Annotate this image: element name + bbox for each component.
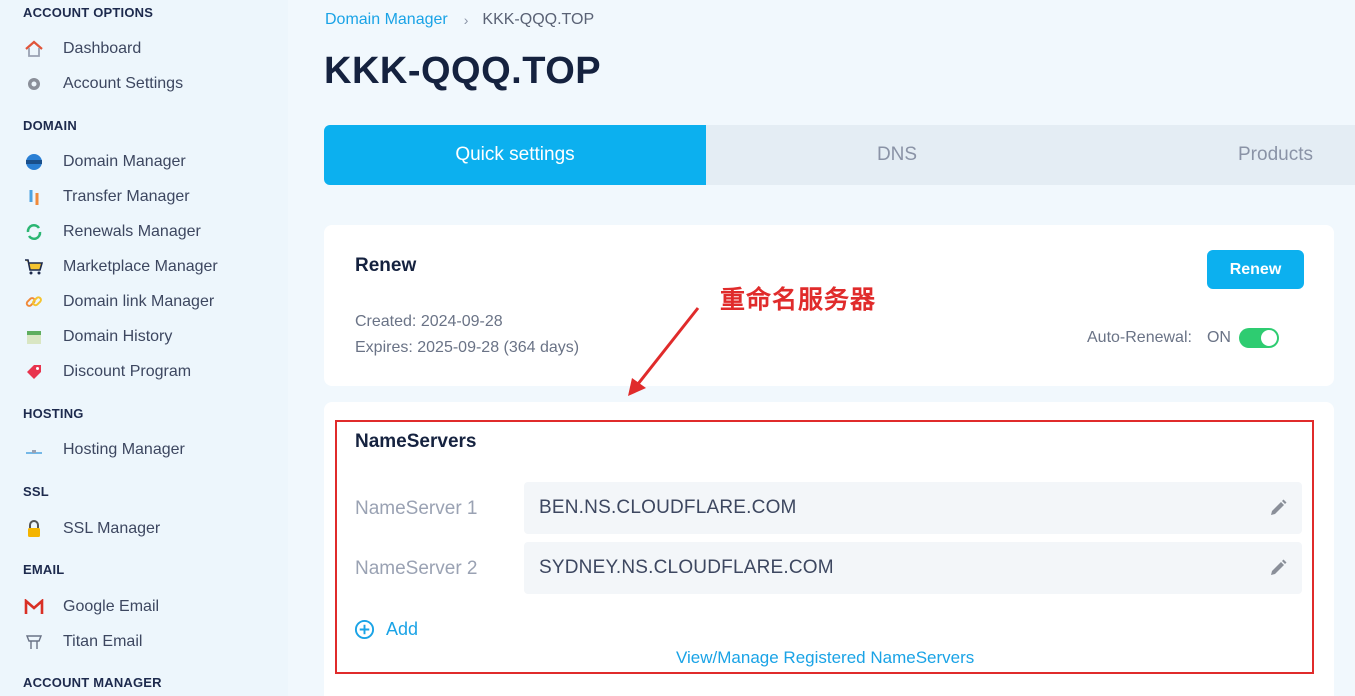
created-date: Created: 2024-09-28 [355, 313, 503, 330]
breadcrumb-link-domain-manager[interactable]: Domain Manager [325, 11, 448, 29]
expires-date: Expires: 2025-09-28 (364 days) [355, 339, 580, 356]
sidebar-item-label: Marketplace Manager [63, 258, 218, 275]
cart-icon [23, 256, 45, 278]
sidebar-item-account-settings[interactable]: Account Settings [23, 71, 273, 97]
sidebar-item-label: SSL Manager [63, 520, 161, 537]
breadcrumb-current: KKK-QQQ.TOP [482, 11, 595, 28]
sidebar-section-account-options: ACCOUNT OPTIONS [23, 5, 154, 20]
sidebar-item-renewals-manager[interactable]: Renewals Manager [23, 219, 273, 245]
sidebar-section-domain: DOMAIN [23, 118, 77, 133]
renew-button[interactable]: Renew [1207, 250, 1304, 289]
lock-icon [23, 518, 45, 540]
sidebar-item-label: Google Email [63, 598, 160, 615]
annotation-text: 重命名服务器 [720, 285, 877, 314]
sidebar-item-label: Renewals Manager [63, 223, 201, 240]
sidebar-section-email: EMAIL [23, 562, 65, 577]
pencil-icon[interactable] [1268, 498, 1288, 518]
breadcrumb-separator: › [463, 12, 469, 28]
add-nameserver-button[interactable]: Add [354, 619, 418, 640]
sidebar-item-label: Domain link Manager [63, 293, 215, 310]
nameserver-1-value: BEN.NS.CLOUDFLARE.COM [539, 497, 797, 518]
sidebar-item-label: Dashboard [63, 40, 142, 57]
auto-renewal: Auto-Renewal: ON [1087, 328, 1279, 348]
gmail-icon [23, 596, 45, 618]
server-icon [23, 439, 45, 461]
sidebar-item-titan-email[interactable]: Titan Email [23, 629, 273, 655]
page-title: KKK-QQQ.TOP [324, 50, 602, 92]
annotation-arrow-icon [628, 307, 700, 396]
sidebar-section-ssl: SSL [23, 484, 49, 499]
sidebar-item-ssl-manager[interactable]: SSL Manager [23, 516, 273, 542]
home-icon [23, 38, 45, 60]
sidebar-item-label: Transfer Manager [63, 188, 190, 205]
nameserver-2-label: NameServer 2 [355, 558, 478, 579]
www-globe-icon [23, 151, 45, 173]
sidebar-item-label: Account Settings [63, 75, 184, 92]
sidebar-item-label: Titan Email [63, 633, 143, 650]
calendar-icon [23, 326, 45, 348]
sidebar-item-label: Discount Program [63, 363, 192, 380]
sidebar-item-dashboard[interactable]: Dashboard [23, 36, 273, 62]
titan-icon [23, 631, 45, 653]
tab-quick-settings[interactable]: Quick settings [324, 125, 706, 185]
nameservers-title: NameServers [355, 431, 477, 452]
auto-renewal-status: ON [1206, 329, 1231, 346]
transfer-icon [23, 186, 45, 208]
sidebar-item-domain-link-manager[interactable]: Domain link Manager [23, 289, 273, 315]
tab-dns[interactable]: DNS [706, 125, 1088, 185]
sidebar: ACCOUNT OPTIONS Dashboard Account Settin… [0, 0, 288, 696]
gear-icon [23, 73, 45, 95]
sidebar-item-label: Hosting Manager [63, 441, 185, 458]
link-icon [23, 291, 45, 313]
pencil-icon[interactable] [1268, 558, 1288, 578]
add-label: Add [386, 619, 419, 639]
auto-renewal-toggle[interactable] [1238, 328, 1279, 348]
plus-circle-icon [354, 619, 375, 640]
nameserver-1-field[interactable]: BEN.NS.CLOUDFLARE.COM [524, 482, 1302, 534]
sidebar-item-transfer-manager[interactable]: Transfer Manager [23, 184, 273, 210]
nameserver-1-label: NameServer 1 [355, 498, 478, 519]
sidebar-item-marketplace-manager[interactable]: Marketplace Manager [23, 254, 273, 280]
sidebar-item-domain-manager[interactable]: Domain Manager [23, 149, 273, 175]
refresh-icon [23, 221, 45, 243]
auto-renewal-label: Auto-Renewal: [1087, 329, 1192, 346]
sidebar-item-hosting-manager[interactable]: Hosting Manager [23, 437, 273, 463]
sidebar-item-label: Domain Manager [63, 153, 186, 170]
tag-icon [23, 361, 45, 383]
breadcrumb: Domain Manager › KKK-QQQ.TOP [325, 11, 594, 29]
sidebar-item-google-email[interactable]: Google Email [23, 594, 273, 620]
sidebar-item-label: Domain History [63, 328, 173, 345]
view-manage-nameservers-link[interactable]: View/Manage Registered NameServers [676, 648, 974, 668]
sidebar-section-account-manager: ACCOUNT MANAGER [23, 675, 162, 690]
renew-title: Renew [355, 255, 417, 276]
sidebar-section-hosting: HOSTING [23, 406, 84, 421]
nameserver-2-value: SYDNEY.NS.CLOUDFLARE.COM [539, 557, 834, 578]
tab-products[interactable]: Products [1088, 125, 1355, 185]
tab-bar: Quick settings DNS Products [324, 125, 1355, 185]
nameserver-2-field[interactable]: SYDNEY.NS.CLOUDFLARE.COM [524, 542, 1302, 594]
sidebar-item-domain-history[interactable]: Domain History [23, 324, 273, 350]
sidebar-item-discount-program[interactable]: Discount Program [23, 359, 273, 385]
